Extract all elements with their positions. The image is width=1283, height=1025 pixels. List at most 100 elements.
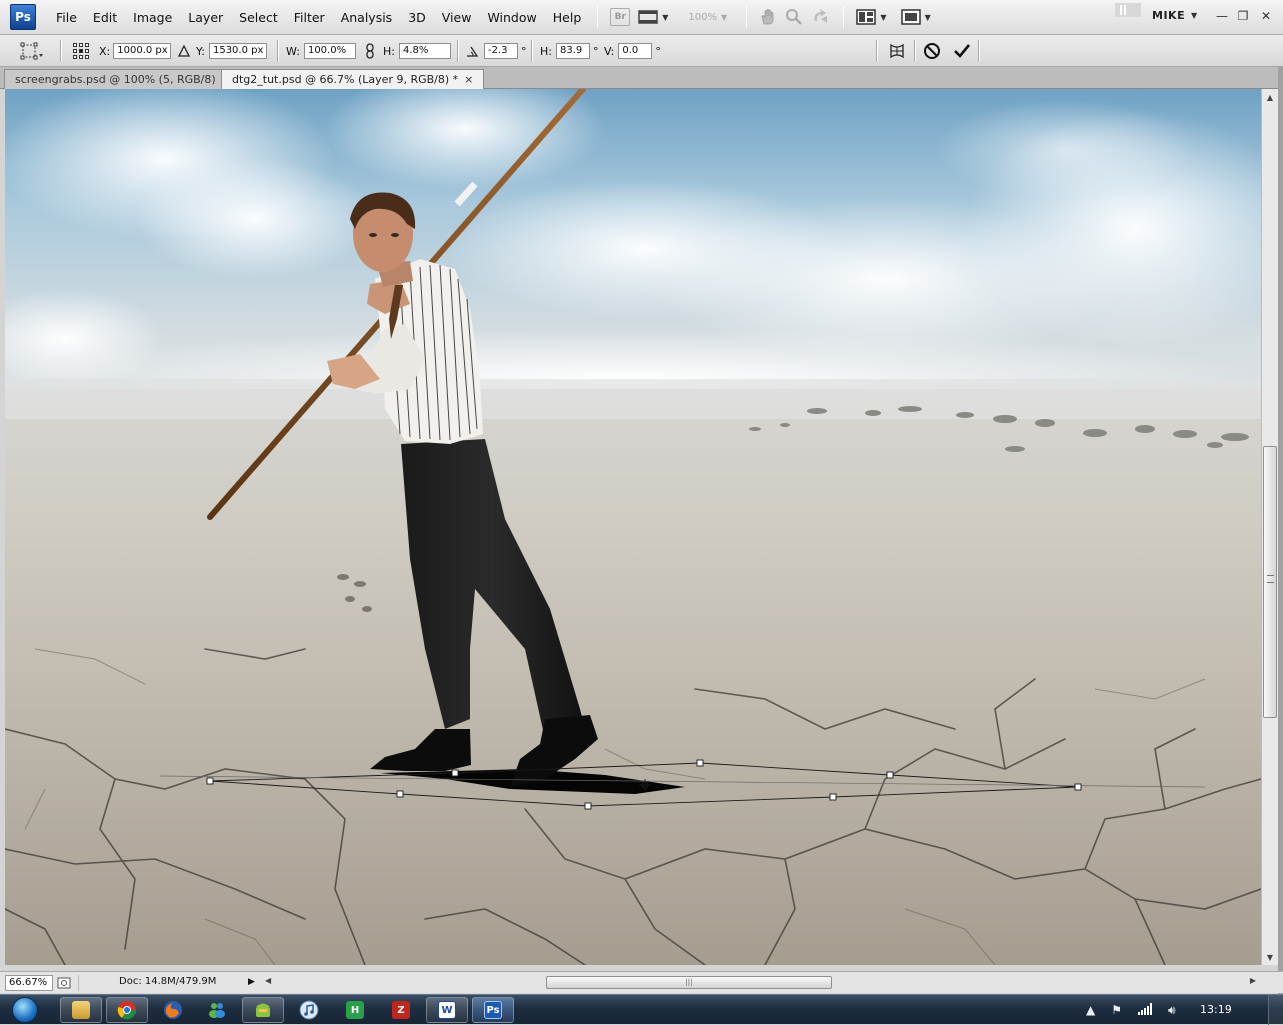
network-signal-icon[interactable] — [1138, 1002, 1152, 1018]
transform-handle[interactable] — [451, 769, 459, 777]
x-label: X: — [99, 44, 111, 58]
menu-analysis[interactable]: Analysis — [333, 0, 401, 35]
volume-icon[interactable]: 🔊︎ — [1168, 1003, 1176, 1018]
app-bar-toggle-icon[interactable] — [1115, 3, 1141, 17]
writer-icon: W — [438, 1001, 456, 1019]
menu-filter[interactable]: Filter — [286, 0, 333, 35]
taskbar-chrome[interactable] — [106, 997, 148, 1023]
options-bar: X: 1000.0 px Y: 1530.0 px W: 100.0% H: 4… — [0, 35, 1283, 67]
itunes-icon — [299, 1000, 319, 1020]
menu-view[interactable]: View — [434, 0, 480, 35]
vertical-scrollbar[interactable]: ▲ ▼ — [1261, 89, 1278, 965]
zoom-tool-button[interactable] — [785, 5, 803, 29]
transform-handle[interactable] — [886, 771, 894, 779]
transform-handle[interactable] — [1074, 783, 1082, 791]
menu-image[interactable]: Image — [125, 0, 180, 35]
scroll-up-arrow-icon[interactable]: ▲ — [1262, 89, 1278, 105]
h-skew-field[interactable]: 83.9 — [555, 43, 590, 59]
rotate-field[interactable]: -2.3 — [484, 43, 518, 59]
height-field[interactable]: 4.8% — [398, 43, 451, 59]
minimize-icon[interactable]: — — [1214, 8, 1230, 24]
menu-layer[interactable]: Layer — [180, 0, 231, 35]
photoshop-logo[interactable]: Ps — [10, 4, 36, 30]
folder-icon — [72, 1001, 90, 1019]
zoom-level-field[interactable]: 66.67% — [5, 975, 53, 991]
warp-mode-button[interactable] — [888, 35, 906, 67]
zoom-level-dropdown[interactable]: 100% ▼ — [676, 5, 734, 29]
system-tray: ▲ ⚑ 🔊︎ — [1078, 995, 1184, 1025]
taskbar-photoshop[interactable]: Ps — [472, 997, 514, 1023]
arrange-documents-button[interactable]: ▼ — [856, 5, 887, 29]
rotate-view-button[interactable] — [811, 5, 831, 29]
taskbar-clock[interactable]: 13:19 — [1200, 1003, 1232, 1016]
chevron-down-icon[interactable]: ▼ — [1191, 11, 1197, 20]
screen-mode-icon — [900, 9, 921, 25]
taskbar-firefox[interactable] — [152, 997, 194, 1023]
transform-handle[interactable] — [206, 777, 214, 785]
horizontal-scrollbar[interactable]: ◀ ||| ▶ — [263, 975, 1258, 991]
workspace-name[interactable]: MIKE — [1152, 9, 1185, 22]
y-position-field[interactable]: 1530.0 px — [208, 43, 267, 59]
horizontal-scroll-thumb[interactable]: ||| — [546, 976, 832, 989]
degree-symbol: ° — [592, 44, 599, 58]
cancel-transform-button[interactable] — [923, 35, 941, 67]
chevron-down-icon: ▼ — [924, 12, 931, 22]
view-extras-button[interactable]: ▼ — [638, 5, 668, 29]
rotate-view-icon — [815, 9, 828, 23]
taskbar-itunes[interactable] — [288, 997, 330, 1023]
menu-separator — [597, 6, 599, 28]
tool-preset-picker[interactable] — [20, 35, 44, 67]
transform-handle[interactable] — [829, 793, 837, 801]
taskbar-filezilla[interactable]: Z — [380, 997, 422, 1023]
taskbar-messenger[interactable] — [196, 997, 238, 1023]
canvas-artwork — [5, 89, 1261, 965]
menu-edit[interactable]: Edit — [85, 0, 125, 35]
height-group: H: 4.8% — [383, 35, 451, 67]
relative-position-icon[interactable] — [178, 45, 190, 57]
vertical-scroll-thumb[interactable] — [1263, 446, 1277, 718]
transform-handle[interactable] — [696, 759, 704, 767]
taskbar-editor[interactable]: H — [334, 997, 376, 1023]
rotate-angle-icon — [467, 46, 478, 57]
action-center-flag-icon[interactable]: ⚑ — [1111, 1003, 1122, 1017]
taskbar-writer[interactable]: W — [426, 997, 468, 1023]
close-icon[interactable]: ✕ — [1258, 8, 1274, 24]
scroll-left-arrow-icon[interactable]: ◀ — [265, 976, 271, 985]
link-proportions-button[interactable] — [365, 35, 375, 67]
menu-window[interactable]: Window — [479, 0, 544, 35]
scroll-right-arrow-icon[interactable]: ▶ — [1250, 976, 1256, 985]
status-info-icon[interactable] — [57, 976, 71, 993]
show-desktop-button[interactable] — [1268, 995, 1283, 1025]
scroll-down-arrow-icon[interactable]: ▼ — [1262, 949, 1278, 965]
width-field[interactable]: 100.0% — [303, 43, 356, 59]
start-button[interactable] — [5, 995, 45, 1025]
taskbar-explorer[interactable] — [60, 997, 102, 1023]
status-menu-arrow-icon[interactable]: ▶ — [248, 977, 255, 987]
bridge-button[interactable]: Br — [610, 5, 631, 29]
restore-icon[interactable]: ❐ — [1235, 8, 1251, 24]
transform-handle[interactable] — [584, 802, 592, 810]
menu-separator — [746, 6, 748, 28]
x-position-field[interactable]: 1000.0 px — [113, 43, 172, 59]
options-separator — [978, 40, 980, 62]
menu-help[interactable]: Help — [545, 0, 590, 35]
reference-point-locator[interactable] — [72, 35, 90, 67]
menu-file[interactable]: File — [48, 0, 85, 35]
tab-screengrabs[interactable]: screengrabs.psd @ 100% (5, RGB/8)× — [4, 69, 242, 89]
screen-mode-button[interactable]: ▼ — [900, 5, 931, 29]
hand-tool-icon — [762, 9, 774, 25]
degree-symbol: ° — [655, 44, 661, 58]
transform-handle[interactable] — [396, 790, 404, 798]
v-skew-field[interactable]: 0.0 — [618, 43, 653, 59]
close-icon[interactable]: × — [464, 73, 473, 86]
taskbar-android-app[interactable] — [242, 997, 284, 1023]
hand-tool-button[interactable] — [759, 5, 777, 29]
document-canvas[interactable] — [5, 89, 1261, 965]
menu-3d[interactable]: 3D — [400, 0, 434, 35]
tab-dtg2-tut[interactable]: dtg2_tut.psd @ 66.7% (Layer 9, RGB/8) * × — [221, 69, 485, 90]
y-label: Y: — [196, 44, 205, 58]
commit-transform-button[interactable] — [953, 35, 971, 67]
show-hidden-icons-icon[interactable]: ▲ — [1086, 1003, 1095, 1017]
zoom-level-value: 100% — [688, 11, 717, 23]
menu-select[interactable]: Select — [231, 0, 286, 35]
